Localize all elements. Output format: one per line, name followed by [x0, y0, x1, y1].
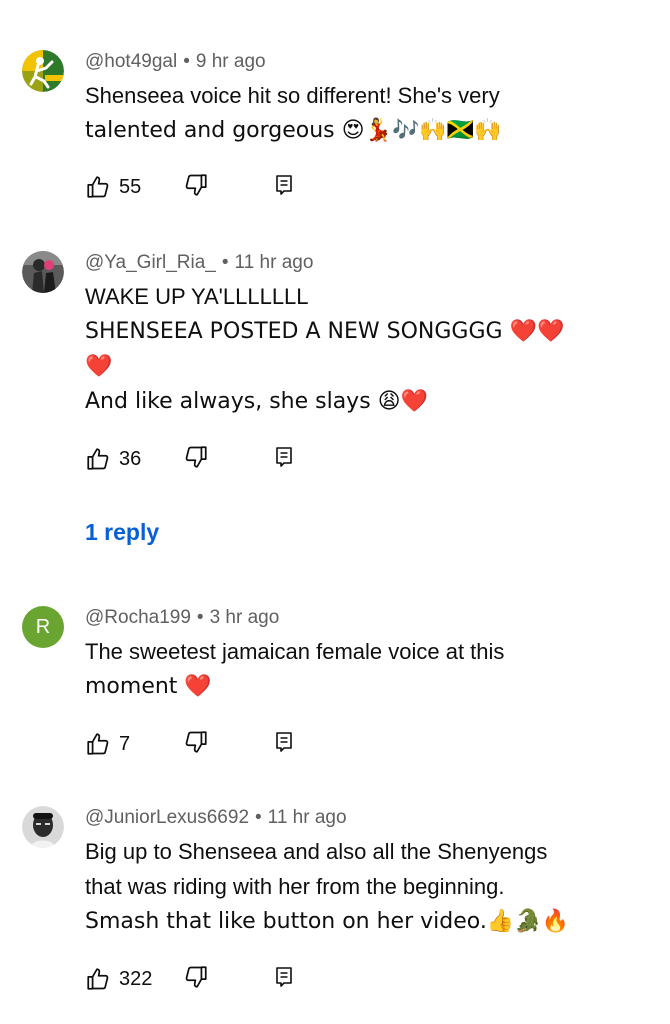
reply-button[interactable] [272, 444, 296, 470]
reply-button[interactable] [272, 172, 296, 198]
comment-time: 9 hr ago [195, 51, 266, 72]
thumbs-down-icon [185, 966, 207, 988]
comment-actions: 322 [85, 964, 325, 994]
avatar[interactable] [22, 806, 64, 848]
avatar[interactable] [22, 50, 64, 92]
thumbs-up-icon [87, 448, 109, 470]
like-button[interactable]: 7 [85, 729, 130, 759]
dance-logo-avatar-image [22, 50, 64, 92]
comment-text: Big up to Shenseea and also all the Shen… [85, 834, 645, 939]
author-handle[interactable]: @hot49gal [85, 51, 177, 72]
reply-icon [276, 732, 292, 752]
thumbs-down-icon [185, 446, 207, 468]
like-button[interactable]: 36 [85, 444, 141, 474]
thumbs-up-icon [87, 176, 109, 198]
like-count: 322 [119, 968, 153, 990]
comment-line: And like always, she slays 😩❤️ [85, 389, 428, 414]
reply-icon [276, 175, 292, 195]
author-handle[interactable]: @Ya_Girl_Ria_ [85, 252, 216, 273]
author-handle[interactable]: @JuniorLexus6692 [85, 807, 249, 828]
thumbs-down-icon [185, 731, 207, 753]
user-photo-avatar-image [22, 806, 64, 848]
user-photo-avatar-image [22, 251, 64, 293]
comment-text: The sweetest jamaican female voice at th… [85, 634, 645, 704]
comment-actions: 55 [85, 172, 325, 202]
comment-line: that was riding with her from the beginn… [85, 874, 505, 899]
comment-meta: @hot49gal • 9 hr ago [85, 51, 266, 72]
like-button[interactable]: 322 [85, 964, 152, 994]
comment-meta: @Rocha199 • 3 hr ago [85, 607, 280, 628]
like-button[interactable]: 55 [85, 172, 141, 202]
comment-line: Shenseea voice hit so different! She's v… [85, 83, 500, 108]
author-handle[interactable]: @Rocha199 [85, 607, 191, 628]
like-count: 55 [119, 176, 142, 198]
thumbs-up-icon [87, 733, 109, 755]
comment-line: moment ❤️ [85, 674, 212, 699]
view-replies-link[interactable]: 1 reply [85, 516, 159, 548]
comment-line: SHENSEEA POSTED A NEW SONGGGG ❤️❤️ [85, 319, 565, 344]
dislike-button[interactable] [183, 729, 209, 755]
comment-line: talented and gorgeous 😍💃🎶🙌🇯🇲🙌 [85, 118, 502, 143]
dislike-button[interactable] [183, 172, 209, 198]
comment-time: 11 hr ago [267, 807, 347, 828]
reply-button[interactable] [272, 964, 296, 990]
comment-meta: @Ya_Girl_Ria_ • 11 hr ago [85, 252, 314, 273]
comment-text: Shenseea voice hit so different! She's v… [85, 78, 645, 148]
comment-actions: 7 [85, 729, 325, 759]
avatar-letter: R [35, 615, 51, 638]
comment-line: The sweetest jamaican female voice at th… [85, 639, 505, 664]
reply-icon [276, 447, 292, 467]
comment-line: Smash that like button on her video.👍🐊🔥 [85, 909, 569, 934]
thumbs-up-icon [87, 968, 109, 990]
comment-line: ❤️ [85, 354, 113, 379]
dislike-button[interactable] [183, 444, 209, 470]
comment-line: WAKE UP YA'LLLLLLL [85, 284, 309, 309]
comment-actions: 36 [85, 444, 325, 474]
like-count: 36 [119, 448, 142, 470]
like-count: 7 [119, 733, 131, 755]
comment-text: WAKE UP YA'LLLLLLL SHENSEEA POSTED A NEW… [85, 279, 645, 419]
comment-time: 3 hr ago [209, 607, 280, 628]
comment-meta: @JuniorLexus6692 • 11 hr ago [85, 807, 347, 828]
avatar[interactable] [22, 251, 64, 293]
reply-button[interactable] [272, 729, 296, 755]
avatar[interactable]: R [22, 606, 64, 648]
comment-line: Big up to Shenseea and also all the Shen… [85, 839, 548, 864]
reply-icon [276, 967, 292, 987]
dislike-button[interactable] [183, 964, 209, 990]
thumbs-down-icon [185, 174, 207, 196]
comment-time: 11 hr ago [234, 252, 314, 273]
